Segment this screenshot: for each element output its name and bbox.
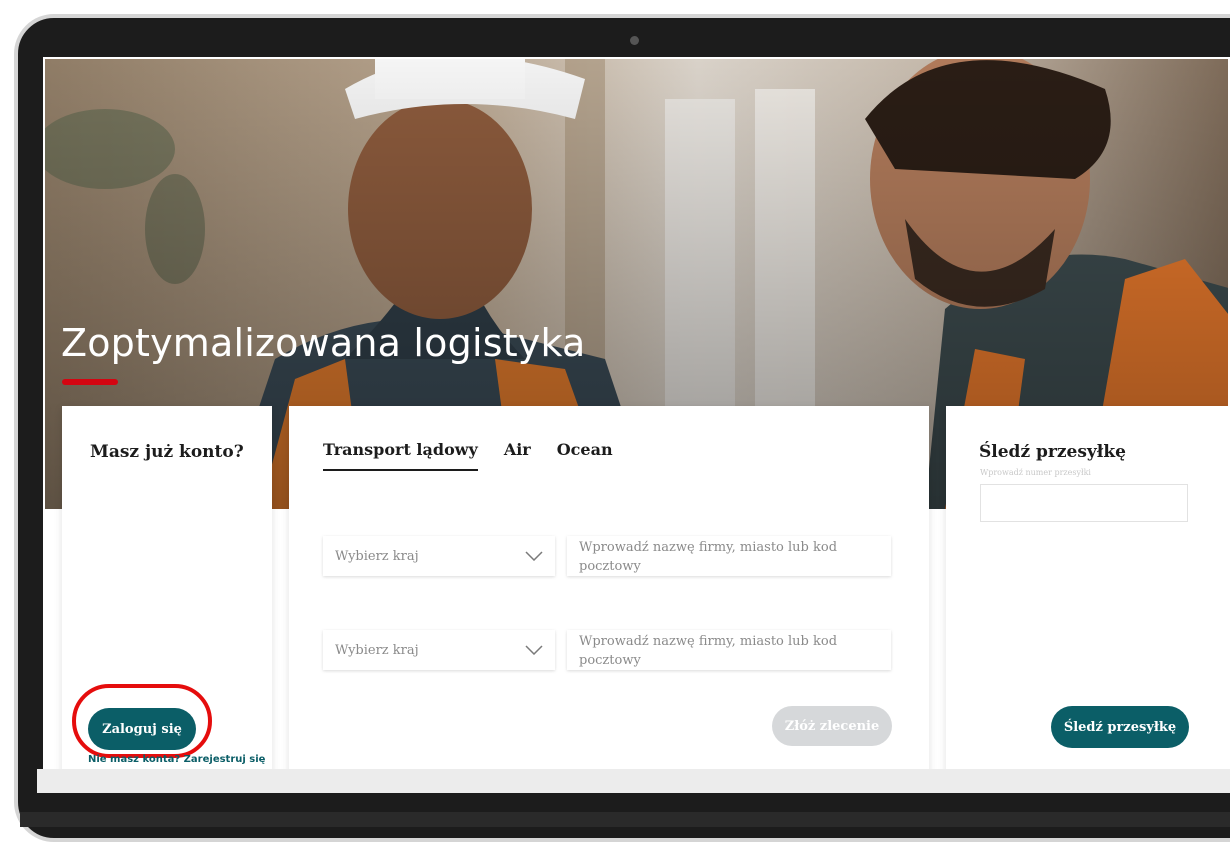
hero-title: Zoptymalizowana logistyka	[61, 321, 586, 365]
origin-country-select[interactable]: Wybierz kraj	[323, 536, 555, 576]
no-account-text: Nie masz konta?	[88, 754, 181, 765]
destination-row: Wybierz kraj Wprowadź nazwę firmy, miast…	[323, 630, 891, 670]
tracking-number-input[interactable]	[980, 484, 1188, 522]
submit-order-button[interactable]: Złóż zlecenie	[772, 706, 892, 746]
chevron-down-icon	[525, 551, 543, 561]
hero-title-underline	[62, 379, 118, 385]
tracking-input-hint: Wprowadź numer przesyłki	[980, 468, 1091, 477]
login-button[interactable]: Zaloguj się	[88, 708, 196, 750]
tab-transport-ladowy[interactable]: Transport lądowy	[323, 440, 478, 471]
track-shipment-button[interactable]: Śledź przesyłkę	[1051, 706, 1189, 748]
register-line: Nie masz konta? Zarejestruj się	[88, 754, 265, 765]
origin-row: Wybierz kraj Wprowadź nazwę firmy, miast…	[323, 536, 891, 576]
camera-icon	[630, 36, 639, 45]
destination-location-input[interactable]: Wprowadź nazwę firmy, miasto lub kod poc…	[567, 630, 891, 670]
tracking-card: Śledź przesyłkę Wprowadź numer przesyłki…	[946, 406, 1228, 790]
tab-ocean[interactable]: Ocean	[557, 440, 613, 471]
login-heading: Masz już konto?	[90, 442, 244, 462]
destination-country-select[interactable]: Wybierz kraj	[323, 630, 555, 670]
order-card: Transport lądowy Air Ocean Wybierz kraj …	[289, 406, 929, 790]
login-card: Masz już konto? Zaloguj się Nie masz kon…	[62, 406, 272, 790]
laptop-base	[20, 812, 1230, 827]
tracking-heading: Śledź przesyłkę	[979, 442, 1126, 462]
chevron-down-icon	[525, 645, 543, 655]
screen-bottom-strip	[37, 769, 1230, 793]
origin-country-placeholder: Wybierz kraj	[335, 548, 419, 564]
browser-screen: Zoptymalizowana logistyka Masz już konto…	[43, 57, 1230, 792]
tab-air[interactable]: Air	[504, 440, 531, 471]
destination-country-placeholder: Wybierz kraj	[335, 642, 419, 658]
transport-tabs: Transport lądowy Air Ocean	[323, 440, 613, 471]
register-link[interactable]: Zarejestruj się	[184, 754, 266, 765]
origin-location-input[interactable]: Wprowadź nazwę firmy, miasto lub kod poc…	[567, 536, 891, 576]
